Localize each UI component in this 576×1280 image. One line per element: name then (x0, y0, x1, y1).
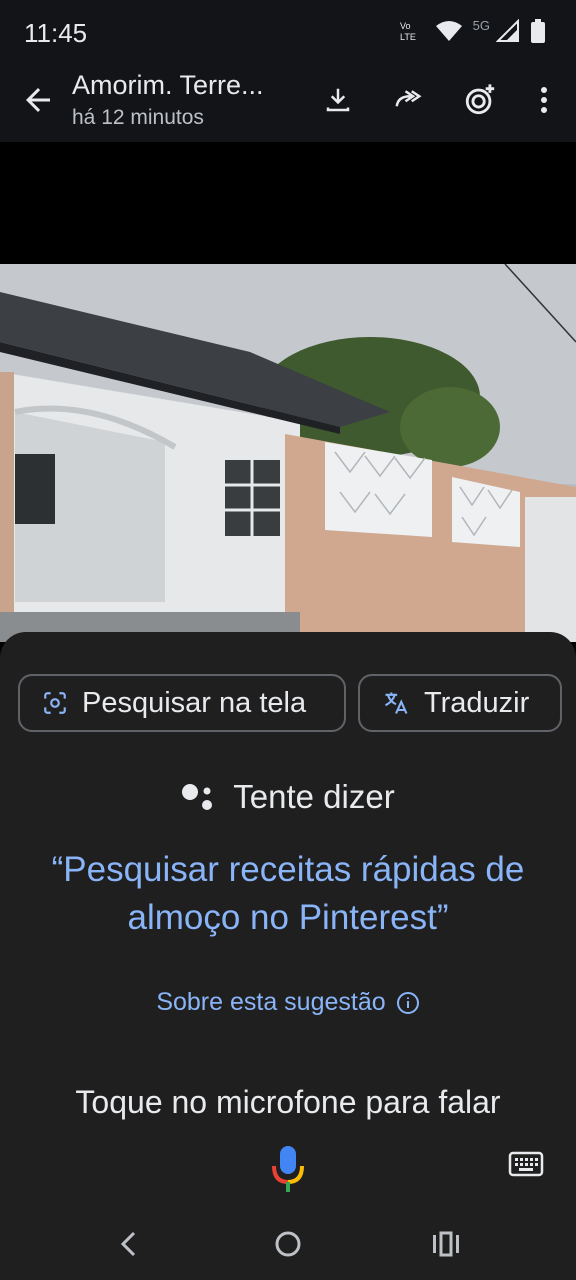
download-button[interactable] (320, 82, 356, 118)
volte-icon: Vo LTE (400, 21, 416, 42)
photo-viewer[interactable] (0, 142, 576, 642)
assistant-icon (182, 784, 213, 810)
house-photo (0, 263, 576, 642)
network-type: 5G (472, 18, 490, 33)
translate-button[interactable]: Traduzir (358, 674, 562, 732)
media-viewer-toolbar: Amorim. Terre... há 12 minutos (0, 64, 576, 142)
status-share-button[interactable] (462, 82, 498, 118)
back-arrow-icon[interactable] (20, 82, 56, 118)
info-icon (396, 991, 419, 1014)
wifi-icon (435, 21, 462, 41)
add-to-status-icon (465, 84, 495, 115)
chat-title: Amorim. Terre... (72, 70, 264, 100)
try-saying-header: Tente dizer (0, 778, 576, 816)
about-suggestion-link[interactable]: Sobre esta sugestão (0, 988, 576, 1017)
translate-label: Traduzir (424, 686, 530, 719)
download-icon (326, 88, 350, 112)
microphone-icon[interactable] (268, 1144, 308, 1194)
suggestion-text[interactable]: “Pesquisar receitas rápidas de almoço no… (30, 846, 546, 942)
lens-icon (44, 692, 66, 714)
status-time: 11:45 (24, 18, 88, 48)
search-screen-button[interactable]: Pesquisar na tela (18, 674, 346, 732)
about-suggestion-label: Sobre esta sugestão (156, 988, 386, 1016)
system-nav-bar (0, 1208, 576, 1280)
translate-icon (385, 692, 408, 714)
recents-icon (433, 1231, 459, 1257)
signal-icon (496, 19, 519, 42)
forward-icon (395, 90, 422, 107)
nav-recents-button[interactable] (426, 1228, 466, 1260)
try-saying-label: Tente dizer (233, 778, 395, 815)
chevron-left-icon (120, 1231, 136, 1257)
forward-button[interactable] (390, 82, 426, 118)
timestamp: há 12 minutos (72, 106, 204, 129)
home-circle-icon (275, 1231, 301, 1257)
more-options-button[interactable] (526, 82, 562, 118)
svg-text:Vo: Vo (400, 21, 411, 31)
status-bar: 11:45 Vo LTE 5G (0, 0, 576, 64)
svg-text:LTE: LTE (400, 32, 416, 42)
battery-icon (531, 19, 545, 43)
nav-back-button[interactable] (108, 1228, 148, 1260)
search-screen-label: Pesquisar na tela (82, 686, 307, 719)
nav-home-button[interactable] (268, 1228, 308, 1260)
tap-mic-prompt: Toque no microfone para falar (75, 1084, 501, 1120)
keyboard-icon[interactable] (508, 1150, 544, 1180)
status-icons: Vo LTE 5G (399, 18, 546, 44)
assistant-sheet: Pesquisar na tela Traduzir Tente dizer “… (0, 632, 576, 1280)
more-vert-icon (541, 87, 547, 113)
